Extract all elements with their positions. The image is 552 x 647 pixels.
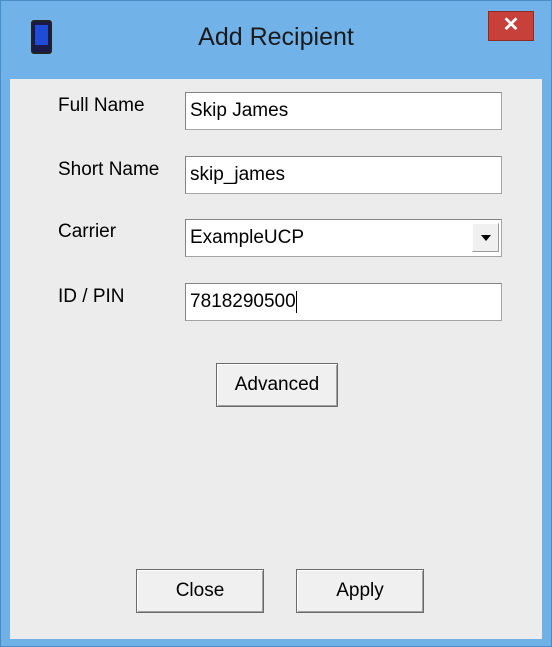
id-pin-value: 7818290500 (190, 291, 296, 312)
carrier-select[interactable]: ExampleUCP (185, 219, 502, 257)
dropdown-button[interactable] (472, 223, 499, 252)
id-pin-label: ID / PIN (58, 286, 125, 307)
add-recipient-dialog: Add Recipient ✕ Full Name Skip James Sho… (0, 0, 552, 647)
chevron-down-icon (481, 235, 491, 241)
full-name-label: Full Name (58, 95, 145, 116)
window-title: Add Recipient (198, 23, 354, 51)
full-name-value: Skip James (190, 100, 289, 121)
text-cursor (295, 290, 297, 313)
advanced-button[interactable]: Advanced (216, 363, 338, 407)
id-pin-field[interactable]: 7818290500 (185, 283, 502, 321)
carrier-label: Carrier (58, 221, 117, 242)
full-name-field[interactable]: Skip James (185, 92, 502, 130)
close-button[interactable]: Close (136, 569, 264, 613)
close-window-button[interactable]: ✕ (488, 11, 534, 41)
dialog-body: Full Name Skip James Short Name skip_jam… (10, 79, 542, 639)
title-bar[interactable]: Add Recipient ✕ (1, 1, 551, 79)
apply-button[interactable]: Apply (296, 569, 424, 613)
short-name-value: skip_james (190, 164, 286, 185)
short-name-label: Short Name (58, 159, 160, 180)
carrier-value: ExampleUCP (190, 227, 305, 248)
short-name-field[interactable]: skip_james (185, 156, 502, 194)
